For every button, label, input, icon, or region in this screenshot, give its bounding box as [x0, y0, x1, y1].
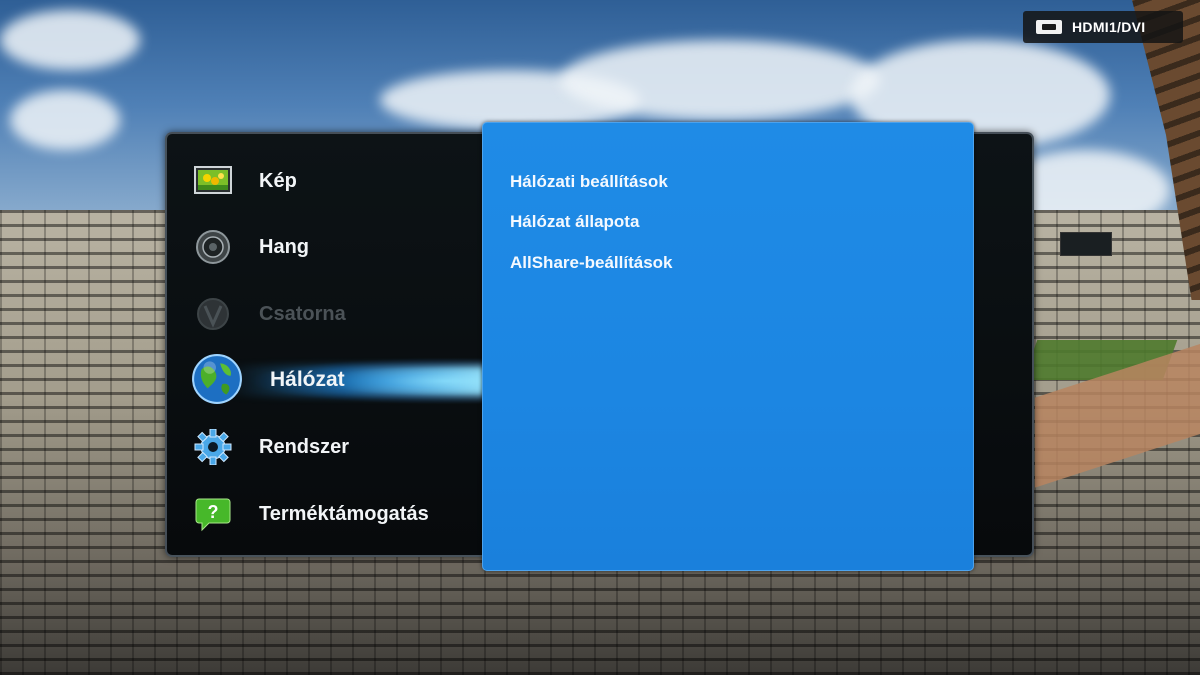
hdmi-icon: [1036, 20, 1062, 34]
submenu-item-network-settings[interactable]: Hálózati beállítások: [510, 172, 668, 192]
menu-item-label: Hang: [259, 235, 309, 258]
submenu-item-allshare-settings[interactable]: AllShare-beállítások: [510, 253, 673, 273]
picture-icon: [194, 166, 232, 194]
menu-item-label: Hálózat: [270, 368, 345, 391]
menu-item-label: Rendszer: [259, 435, 350, 458]
scoreboard: [1060, 232, 1112, 256]
cloud: [10, 90, 120, 150]
cloud: [560, 40, 880, 120]
globe-icon: [192, 354, 242, 404]
main-menu: Kép Hang Csatorna Hálózat Rendszer ? Ter…: [167, 134, 487, 555]
menu-item-system[interactable]: Rendszer: [167, 417, 484, 477]
menu-item-picture[interactable]: Kép: [167, 151, 484, 211]
input-source-badge: HDMI1/DVI: [1023, 11, 1183, 43]
menu-item-label: Terméktámogatás: [259, 502, 429, 525]
submenu-item-network-status[interactable]: Hálózat állapota: [510, 212, 639, 232]
menu-item-network[interactable]: Hálózat: [167, 350, 484, 410]
antenna-icon: [197, 298, 229, 330]
menu-item-label: Kép: [259, 169, 297, 192]
cloud: [0, 10, 140, 70]
input-source-label: HDMI1/DVI: [1072, 19, 1146, 35]
network-submenu: Hálózati beállítások Hálózat állapota Al…: [482, 122, 974, 571]
svg-text:?: ?: [208, 502, 219, 522]
help-icon: ?: [195, 498, 231, 532]
menu-item-label: Csatorna: [259, 302, 346, 325]
speaker-icon: [196, 230, 230, 264]
gear-icon: [194, 429, 232, 465]
menu-item-support[interactable]: ? Terméktámogatás: [167, 484, 484, 544]
menu-item-sound[interactable]: Hang: [167, 217, 484, 277]
menu-item-channel: Csatorna: [167, 284, 484, 344]
